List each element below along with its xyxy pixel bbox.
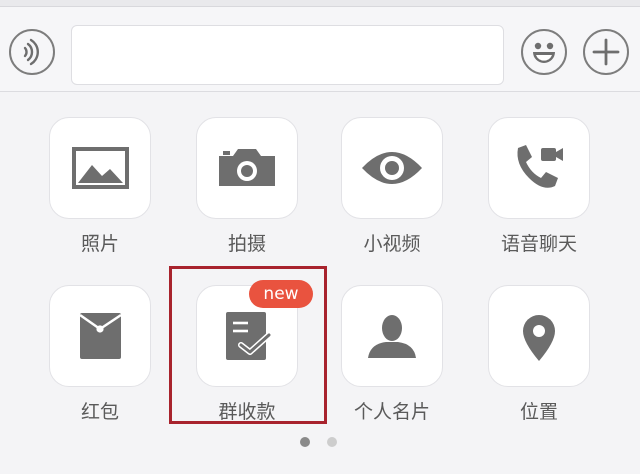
photo-icon: [72, 147, 129, 189]
red-packet-icon: [79, 313, 122, 359]
top-divider: [0, 0, 640, 7]
chat-input-panel: 照片 拍摄 小视频 语音聊天 红包 群收款 个人名片 位置 new: [0, 0, 640, 474]
plus-icon: [592, 38, 620, 66]
camera-label: 拍摄: [227, 233, 266, 255]
voice-icon: [23, 38, 39, 66]
more-functions-button[interactable]: [583, 29, 629, 75]
page-indicator-dot-active[interactable]: [300, 437, 310, 447]
smiley-face-icon: [533, 42, 555, 63]
short-video-label: 小视频: [363, 233, 421, 255]
new-badge: new: [249, 280, 313, 308]
input-bar: [0, 7, 640, 92]
photo-label: 照片: [80, 233, 119, 255]
location-label: 位置: [519, 401, 558, 423]
phone-video-icon: [517, 145, 563, 188]
camera-icon: [219, 149, 275, 186]
page-indicator-dot[interactable]: [327, 437, 337, 447]
red-packet-label: 红包: [80, 401, 119, 423]
eye-icon: [362, 152, 422, 184]
camera-button[interactable]: [196, 117, 298, 219]
location-button[interactable]: [488, 285, 590, 387]
photo-button[interactable]: [49, 117, 151, 219]
voice-toggle-button[interactable]: [9, 29, 55, 75]
person-icon: [368, 315, 416, 358]
voice-chat-label: 语音聊天: [500, 233, 577, 255]
short-video-button[interactable]: [341, 117, 443, 219]
location-pin-icon: [523, 315, 555, 361]
contact-card-button[interactable]: [341, 285, 443, 387]
contact-card-label: 个人名片: [353, 401, 430, 423]
message-input[interactable]: [71, 25, 504, 85]
red-packet-button[interactable]: [49, 285, 151, 387]
voice-chat-button[interactable]: [488, 117, 590, 219]
emoji-button[interactable]: [521, 29, 567, 75]
